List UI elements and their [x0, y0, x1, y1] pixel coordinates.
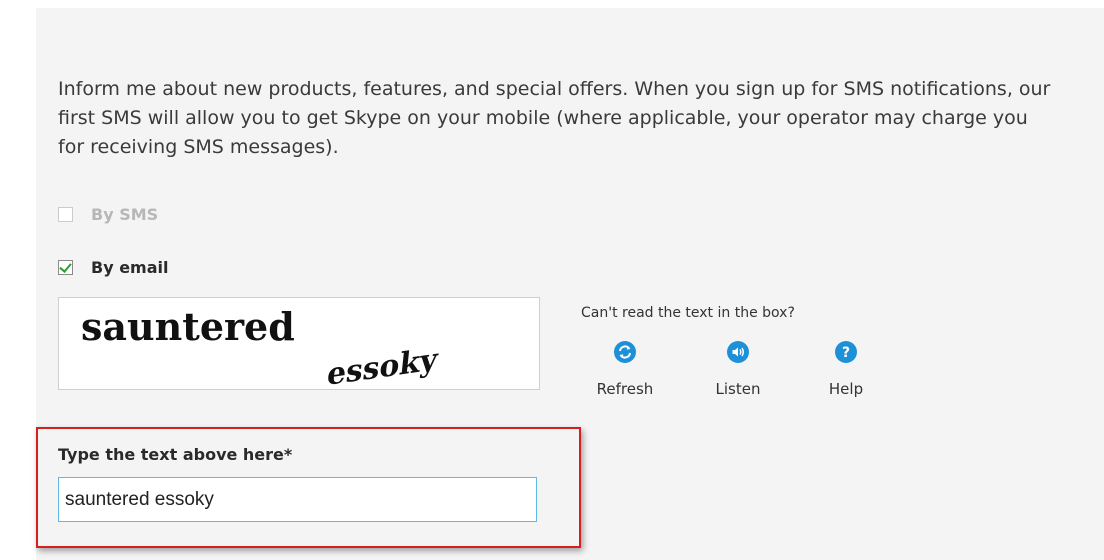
- help-icon: ?: [835, 341, 857, 363]
- speaker-icon: [727, 341, 749, 363]
- refresh-icon: [614, 341, 636, 363]
- email-checkbox[interactable]: [58, 260, 73, 275]
- email-option: By email: [58, 258, 168, 277]
- top-margin: [0, 0, 1104, 8]
- email-option-label: By email: [91, 258, 169, 277]
- help-label: Help: [828, 380, 864, 398]
- refresh-button[interactable]: Refresh: [585, 340, 665, 398]
- sms-checkbox[interactable]: [58, 207, 73, 222]
- captcha-input[interactable]: [58, 477, 537, 522]
- captcha-word-2: essoky: [325, 341, 440, 389]
- refresh-label: Refresh: [596, 380, 654, 398]
- captcha-image: sauntered essoky: [58, 297, 540, 390]
- listen-button[interactable]: Listen: [698, 340, 778, 398]
- sms-option: By SMS: [58, 205, 158, 224]
- captcha-field-label: Type the text above here*: [58, 445, 293, 464]
- marketing-info-text: Inform me about new products, features, …: [58, 78, 1051, 158]
- sms-option-label: By SMS: [91, 205, 159, 224]
- checkmark-icon: [59, 260, 72, 273]
- captcha-help-text: Can't read the text in the box?: [581, 305, 795, 321]
- svg-text:?: ?: [842, 345, 850, 361]
- captcha-word-1: sauntered: [81, 304, 295, 349]
- listen-label: Listen: [715, 380, 761, 398]
- help-button[interactable]: ? Help: [806, 340, 886, 398]
- captcha-graphic: sauntered essoky: [81, 304, 440, 389]
- left-margin: [0, 0, 36, 560]
